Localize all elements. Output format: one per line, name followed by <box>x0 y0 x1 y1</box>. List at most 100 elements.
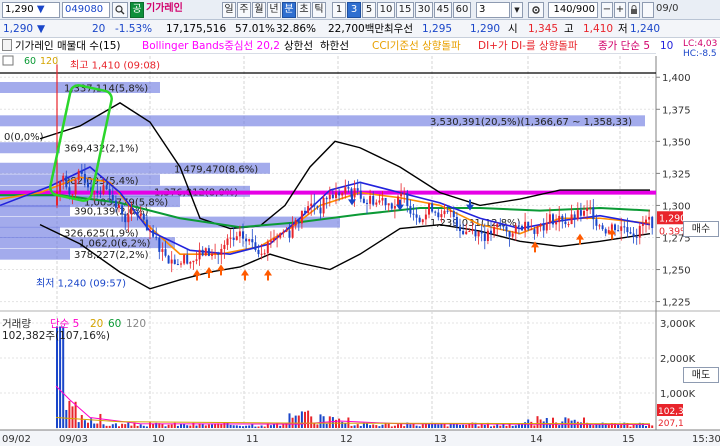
interval-15-button[interactable]: 15 <box>396 2 414 18</box>
candle-body <box>387 203 390 206</box>
last-volume-ratio-label: 207,1 <box>658 419 684 429</box>
candle-body <box>579 210 582 216</box>
chart-area[interactable]: 1,337,114(5,8%) 3,530,391(20,5%)(1,366,67… <box>0 54 720 446</box>
legend-bollinger[interactable]: Bollinger Bands중심선 20,2 <box>142 39 280 53</box>
candle-body <box>511 233 514 237</box>
candle-body <box>629 232 632 234</box>
candle-body <box>455 216 458 227</box>
quote-turnover: 32.86% <box>276 23 317 35</box>
volume-bar <box>483 424 486 428</box>
period-month-button[interactable]: 월 <box>252 2 266 18</box>
volume-bar <box>344 423 347 428</box>
interval-60-button[interactable]: 60 <box>453 2 471 18</box>
volume-bar <box>304 411 306 428</box>
candle-body <box>77 170 80 180</box>
volume-bar <box>232 425 235 428</box>
candle-body <box>490 230 492 234</box>
page-count-input[interactable]: 140/900 <box>548 2 598 18</box>
volume-bar <box>443 423 446 428</box>
volume-bar <box>319 414 322 428</box>
volume-bar <box>118 426 120 428</box>
candle-body <box>180 263 182 265</box>
candle-body <box>548 214 551 223</box>
candle-body <box>291 225 294 238</box>
period-second-button[interactable]: 초 <box>297 2 311 18</box>
minus-icon[interactable]: − <box>601 2 613 18</box>
price-input[interactable]: 1,290 ▼ <box>2 2 60 18</box>
candle-body <box>192 260 195 263</box>
price-down-arrow-icon: ▼ <box>36 4 45 15</box>
interval-45-button[interactable]: 45 <box>434 2 452 18</box>
candle-body <box>173 259 176 265</box>
candle-body <box>558 215 561 223</box>
legend-toggle-icon[interactable] <box>2 39 12 51</box>
legend-ma[interactable]: 종가 단순 5 <box>598 39 650 53</box>
legend-dmi[interactable]: DI+가 DI-를 상향돌파 <box>478 39 578 53</box>
interval-count-input[interactable]: 3 <box>476 2 510 18</box>
volume-bar <box>313 423 316 428</box>
legend-lower[interactable]: 하한선 <box>320 39 349 53</box>
interval-5-button[interactable]: 5 <box>362 2 376 18</box>
volume-bar <box>130 425 133 428</box>
volume-bar <box>223 422 226 428</box>
legend-title[interactable]: 기가레인 매물대 수(15) <box>15 39 121 53</box>
plus-icon[interactable]: + <box>614 2 626 18</box>
buy-button[interactable]: 매수 <box>683 221 719 237</box>
sell-button[interactable]: 매도 <box>683 367 719 383</box>
candle-body <box>449 210 452 212</box>
candle-body <box>158 237 161 252</box>
interval-10-button[interactable]: 10 <box>377 2 395 18</box>
price-tick-label: 1,375 <box>662 105 691 116</box>
candle-body <box>378 200 381 203</box>
candle-body <box>83 173 86 183</box>
volume-bar <box>71 406 74 428</box>
search-icon[interactable] <box>112 2 128 18</box>
legend-upper[interactable]: 상한선 <box>284 39 313 53</box>
candle-body <box>263 253 266 255</box>
volume-profile-label: 1,062,0(6,2%) <box>79 239 150 250</box>
price-volume-chart[interactable]: 1,337,114(5,8%)3,530,391(20,5%)(1,366,67… <box>0 54 720 446</box>
legend-cci[interactable]: CCI기준선 상향돌파 <box>372 39 461 53</box>
candle-body <box>201 249 204 256</box>
volume-bar <box>359 425 362 428</box>
volume-bar <box>521 424 523 428</box>
chevron-down-icon[interactable]: ▼ <box>511 2 523 18</box>
candle-body <box>620 226 623 231</box>
candle-body <box>598 225 601 227</box>
candle-body <box>462 230 465 235</box>
x-tick-label: 12 <box>340 434 353 445</box>
volume-bar <box>552 417 554 428</box>
volume-profile-bar <box>0 248 70 260</box>
interval-30-button[interactable]: 30 <box>415 2 433 18</box>
x-tick-label: 10 <box>152 434 165 445</box>
candle-body <box>632 233 635 237</box>
candle-body <box>542 224 545 231</box>
volume-bar <box>465 424 468 428</box>
candle-body <box>186 255 189 264</box>
period-tick-button[interactable]: 틱 <box>312 2 326 18</box>
stock-code-input[interactable]: 049080 <box>62 2 110 18</box>
interval-1-button[interactable]: 1 <box>332 2 346 18</box>
volume-bar <box>366 423 368 428</box>
period-minute-button[interactable]: 분 <box>282 2 296 18</box>
candle-body <box>353 188 356 198</box>
ma-period-label: 120 <box>40 56 58 67</box>
price-tick-label: 1,350 <box>662 137 691 148</box>
volume-bar <box>353 425 356 428</box>
legend-ma-ten[interactable]: 10 <box>660 39 673 53</box>
period-day-button[interactable]: 일 <box>222 2 236 18</box>
checkbox-icon[interactable] <box>642 2 654 18</box>
period-week-button[interactable]: 주 <box>237 2 251 18</box>
volume-bar <box>235 425 238 428</box>
candle-body <box>176 264 179 266</box>
volume-tick-label: 1,000K <box>660 389 696 400</box>
candle-body <box>362 198 365 203</box>
candle-body <box>238 231 241 237</box>
lock-icon[interactable] <box>628 2 640 18</box>
interval-3-button[interactable]: 3 <box>347 2 361 18</box>
volume-bar <box>96 423 99 428</box>
period-year-button[interactable]: 년 <box>267 2 281 18</box>
volume-bar <box>648 424 651 428</box>
settings-icon[interactable] <box>528 2 544 18</box>
session-high-label: 최고 1,410 (09:08) <box>70 59 160 71</box>
